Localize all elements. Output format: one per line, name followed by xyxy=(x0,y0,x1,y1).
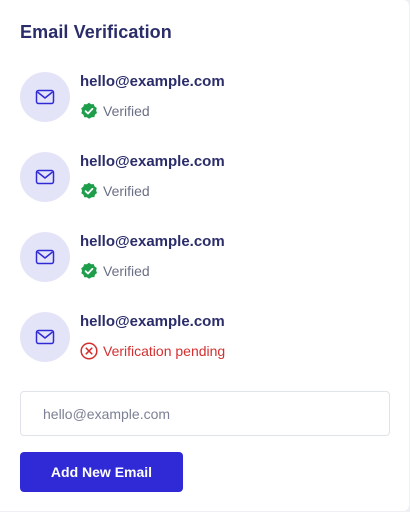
email-avatar xyxy=(20,152,70,202)
status-text: Verified xyxy=(103,103,150,119)
email-verification-card: Email Verification hello@example.com Ver… xyxy=(0,0,409,511)
add-email-button[interactable]: Add New Email xyxy=(20,452,183,492)
status-text: Verified xyxy=(103,263,150,279)
status-badge: Verification pending xyxy=(80,342,225,360)
error-circle-icon xyxy=(80,342,98,360)
email-avatar xyxy=(20,72,70,122)
status-badge: Verified xyxy=(80,262,150,280)
envelope-icon xyxy=(35,249,55,265)
email-avatar xyxy=(20,312,70,362)
envelope-icon xyxy=(35,169,55,185)
verified-badge-icon xyxy=(80,262,98,280)
envelope-icon xyxy=(35,89,55,105)
email-item: hello@example.com Verified xyxy=(20,232,390,312)
email-avatar xyxy=(20,232,70,282)
email-address: hello@example.com xyxy=(80,233,225,250)
status-badge: Verified xyxy=(80,102,150,120)
card-title: Email Verification xyxy=(20,22,172,42)
email-address: hello@example.com xyxy=(80,73,225,90)
new-email-input[interactable] xyxy=(20,391,390,436)
email-list: hello@example.com Verified hello@example… xyxy=(20,72,390,392)
email-item: hello@example.com Verified xyxy=(20,72,390,152)
email-item: hello@example.com Verification pending xyxy=(20,312,390,392)
verified-badge-icon xyxy=(80,102,98,120)
status-badge: Verified xyxy=(80,182,150,200)
envelope-icon xyxy=(35,329,55,345)
status-text: Verification pending xyxy=(103,343,226,359)
status-text: Verified xyxy=(103,183,150,199)
email-address: hello@example.com xyxy=(80,153,225,170)
email-address: hello@example.com xyxy=(80,313,225,330)
email-item: hello@example.com Verified xyxy=(20,152,390,232)
verified-badge-icon xyxy=(80,182,98,200)
